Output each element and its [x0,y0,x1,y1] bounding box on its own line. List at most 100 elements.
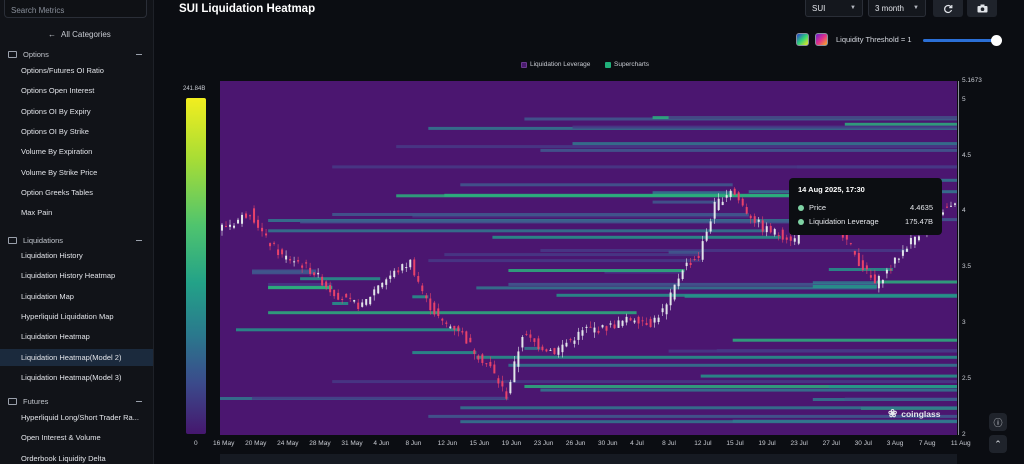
range-navigator[interactable] [220,454,957,464]
candle-body [353,299,356,302]
x-tick-label: 8 Jul [662,440,676,447]
candle-body [613,324,616,329]
liquidation-band [300,220,813,224]
candle-body [617,320,620,328]
sidebar-section-liquidations[interactable]: Liquidations [8,236,142,245]
search-box[interactable] [4,0,147,19]
search-input[interactable] [5,2,146,19]
candle-body [417,276,420,282]
candle-body [849,243,852,245]
sidebar-item[interactable]: Options Open Interest [0,82,153,99]
candle-body [485,363,488,365]
candle-body [497,378,500,384]
liquidation-band [700,374,957,378]
liquidation-band [300,277,381,281]
candle-body [381,282,384,288]
sidebar-section-options[interactable]: Options [8,50,142,59]
liquidation-band [652,191,733,195]
liquidation-band [508,269,685,272]
refresh-button[interactable] [933,0,963,17]
sidebar-section-label: Options [23,50,49,59]
sidebar-item[interactable]: Options OI By Expiry [0,103,153,120]
candle-body [237,219,240,224]
chart-tooltip: 14 Aug 2025, 17:30 Price 4.4635 Liquidat… [789,178,942,235]
sidebar-item[interactable]: Options OI By Strike [0,123,153,140]
candle-body [313,272,316,276]
liquidation-band [716,349,957,353]
sidebar-item[interactable]: Liquidation Heatmap [0,328,153,345]
colorbar-max-label: 241.84B [183,86,206,92]
candle-body [941,212,944,215]
sidebar-item[interactable]: Volume By Strike Price [0,164,153,181]
candle-body [345,293,348,298]
candle-body [701,241,704,260]
candle-body [553,348,556,355]
sidebar-item[interactable]: Open Interest & Volume [0,429,153,446]
sidebar-item[interactable]: Liquidation History Heatmap [0,267,153,284]
liquidation-band [796,165,957,169]
liquidation-band [540,388,957,392]
sidebar-item[interactable]: Option Greeks Tables [0,184,153,201]
scroll-top-button[interactable]: ⌃ [989,435,1007,453]
sidebar-item[interactable]: Liquidation Heatmap(Model 3) [0,369,153,386]
legend-label: Supercharts [614,61,650,68]
candle-body [297,260,300,262]
info-button[interactable]: ⓘ [989,413,1007,431]
candle-body [685,262,688,267]
legend-leverage[interactable]: Liquidation Leverage [521,61,590,68]
candle-body [877,276,880,289]
legend-label: Liquidation Leverage [530,61,591,68]
coinglass-logo-icon: ❀ [888,408,898,420]
range-select[interactable]: 3 month ▼ [868,0,926,17]
color-scheme-2-button[interactable] [815,33,828,46]
liquidation-band [732,338,957,342]
candle-body [705,231,708,241]
sidebar-item[interactable]: Orderbook Liquidity Delta [0,450,153,464]
threshold-slider-handle[interactable] [991,35,1002,46]
candle-body [661,308,664,313]
candle-body [605,326,608,331]
sidebar-section-futures[interactable]: Futures [8,397,142,406]
candle-body [909,237,912,245]
sidebar-item[interactable]: Volume By Expiration [0,143,153,160]
x-tick-label: 23 Jun [533,440,554,447]
liquidation-band [332,380,957,384]
threshold-slider-track[interactable] [923,39,997,42]
candle-body [257,219,260,228]
x-tick-label: 30 Jun [598,440,618,447]
collapse-icon [136,240,142,241]
candle-body [473,349,476,355]
sidebar-item[interactable]: Liquidation Heatmap(Model 2) [0,348,153,366]
y-tick-label: 5 [962,95,966,103]
sidebar-item[interactable]: Liquidation Map [0,288,153,305]
liquidation-band [668,116,957,119]
candle-body [493,364,496,374]
tooltip-leverage-row: Liquidation Leverage 175.47B [798,217,933,226]
x-tick-label: 8 Jun [405,440,422,447]
refresh-icon [944,4,953,13]
legend-supercharts[interactable]: Supercharts [605,61,649,68]
chevron-up-icon: ⌃ [994,438,1002,449]
candle-body [901,250,904,256]
candle-body [329,284,332,293]
candle-body [401,264,404,271]
sidebar-item[interactable]: Hyperliquid Long/Short Trader Ra... [0,409,153,426]
candle-body [437,308,440,316]
screenshot-button[interactable] [967,0,997,17]
sidebar-item[interactable]: Hyperliquid Liquidation Map [0,308,153,325]
candle-body [245,213,248,218]
candle-body [221,224,223,231]
candle-body [757,219,760,222]
sidebar-item[interactable]: Liquidation History [0,247,153,264]
liquidation-heatmap[interactable] [220,81,957,435]
candle-body [785,237,788,240]
liquidation-band [828,268,893,271]
all-categories-link[interactable]: ← All Categories [48,30,111,39]
sidebar-item[interactable]: Options/Futures OI Ratio [0,62,153,79]
sidebar-item[interactable]: Max Pain [0,204,153,221]
candle-body [501,381,504,387]
candle-body [625,316,628,323]
symbol-select[interactable]: SUI ▼ [805,0,863,17]
candle-body [421,285,424,292]
color-scheme-1-button[interactable] [796,33,809,46]
